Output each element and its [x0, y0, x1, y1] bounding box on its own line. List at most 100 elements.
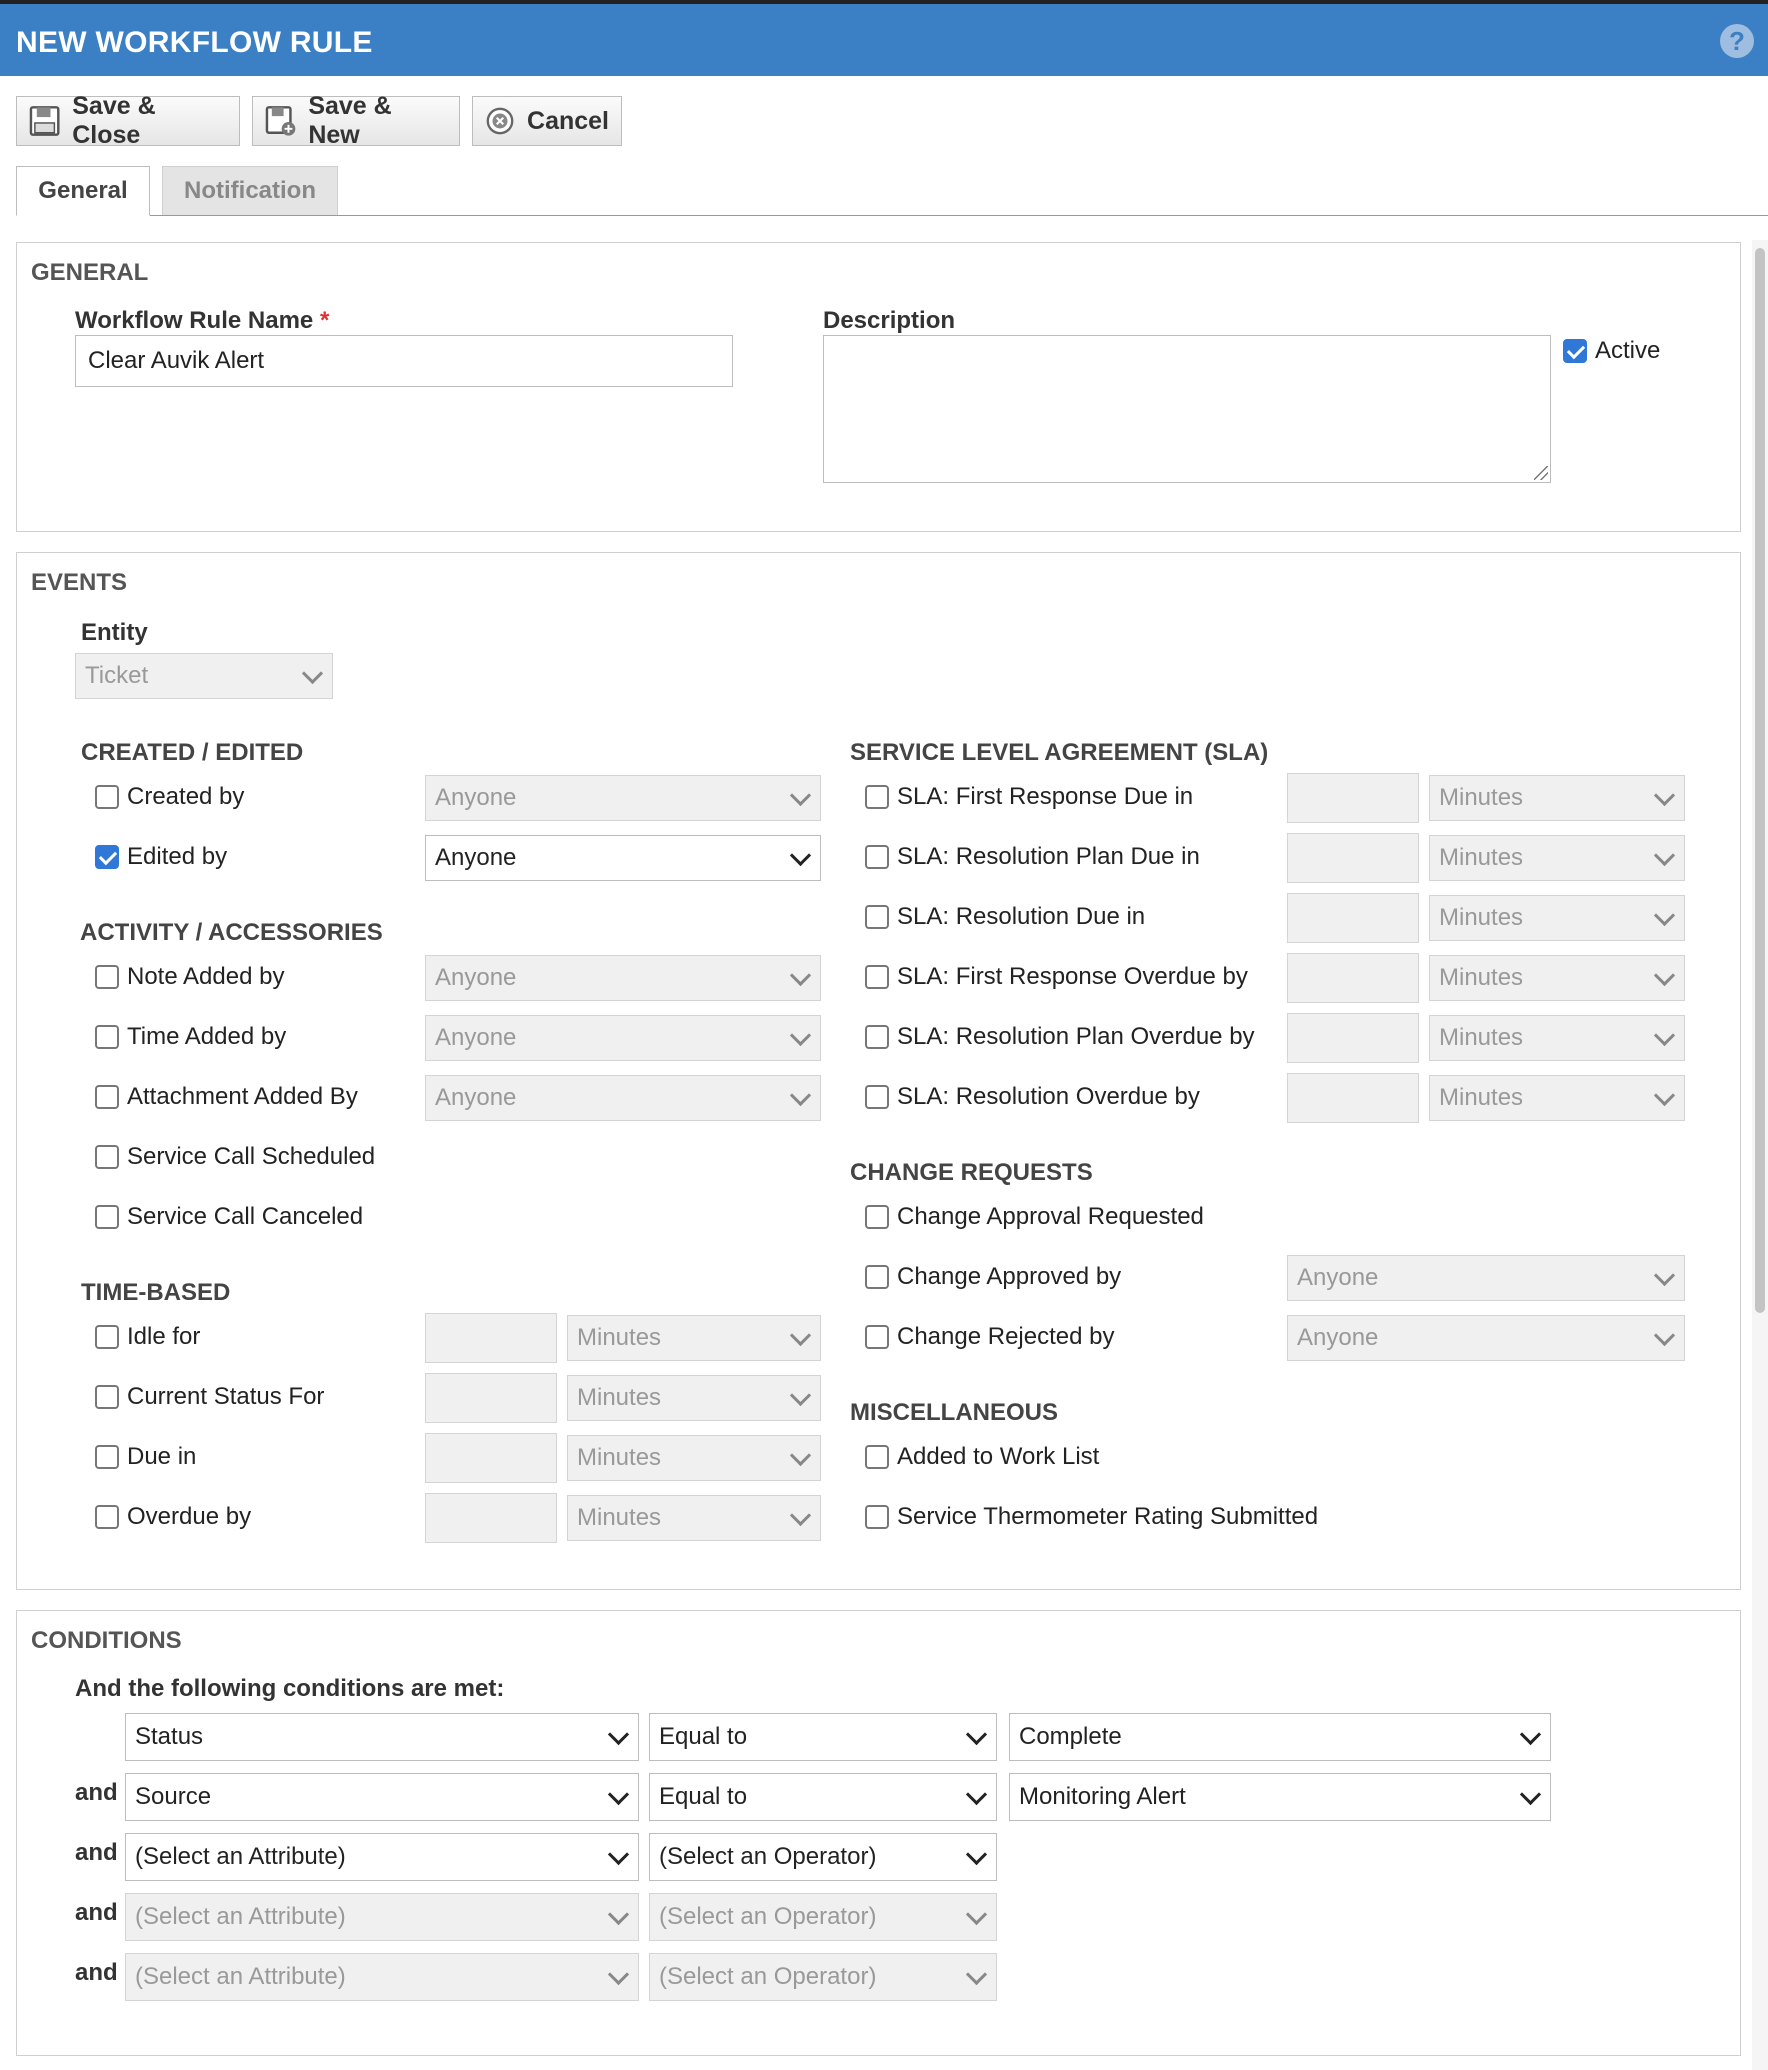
chevron-down-icon [607, 1963, 630, 1986]
change-rejected-by-select[interactable]: Anyone [1287, 1315, 1685, 1361]
sla-resolution-plan-overdue-input[interactable] [1287, 1013, 1419, 1063]
condition-operator-select[interactable]: Equal to [649, 1773, 997, 1821]
entity-label: Entity [81, 619, 148, 646]
edited-by-label: Edited by [127, 843, 228, 870]
sla-first-response-overdue-input[interactable] [1287, 953, 1419, 1003]
description-textarea[interactable] [823, 335, 1551, 483]
time-added-select[interactable]: Anyone [425, 1015, 821, 1061]
change-approved-by-select[interactable]: Anyone [1287, 1255, 1685, 1301]
cancel-icon [486, 107, 514, 135]
service-call-scheduled-checkbox[interactable] [95, 1145, 119, 1169]
sla-resolution-due-unit-select[interactable]: Minutes [1429, 895, 1685, 941]
idle-for-unit-select[interactable]: Minutes [567, 1315, 821, 1361]
condition-value-select[interactable]: Complete [1009, 1713, 1551, 1761]
chevron-down-icon [1653, 1324, 1676, 1347]
time-added-checkbox[interactable] [95, 1025, 119, 1049]
condition-operator-value: (Select an Operator) [659, 1843, 877, 1870]
condition-value-select[interactable]: Monitoring Alert [1009, 1773, 1551, 1821]
conditions-section-title: CONDITIONS [31, 1627, 182, 1654]
current-status-input[interactable] [425, 1373, 557, 1423]
condition-operator-select[interactable]: (Select an Operator) [649, 1833, 997, 1881]
active-checkbox[interactable] [1563, 339, 1587, 363]
chevron-down-icon [965, 1963, 988, 1986]
attachment-added-checkbox[interactable] [95, 1085, 119, 1109]
idle-for-unit: Minutes [577, 1324, 662, 1351]
sla-first-response-overdue-checkbox[interactable] [865, 965, 889, 989]
current-status-unit-select[interactable]: Minutes [567, 1375, 821, 1421]
sla-resolution-due-checkbox[interactable] [865, 905, 889, 929]
workflow-name-label-text: Workflow Rule Name [75, 307, 314, 334]
sla-resolution-plan-due-input[interactable] [1287, 833, 1419, 883]
general-section-title: GENERAL [31, 259, 149, 286]
idle-for-input[interactable] [425, 1313, 557, 1363]
change-approval-requested-checkbox[interactable] [865, 1205, 889, 1229]
note-added-select[interactable]: Anyone [425, 955, 821, 1001]
service-call-canceled-checkbox[interactable] [95, 1205, 119, 1229]
due-in-input[interactable] [425, 1433, 557, 1483]
sla-resolution-overdue-input[interactable] [1287, 1073, 1419, 1123]
tab-notification[interactable]: Notification [162, 166, 338, 216]
edited-by-checkbox[interactable] [95, 845, 119, 869]
sla-first-response-overdue-unit-select[interactable]: Minutes [1429, 955, 1685, 1001]
created-edited-title: CREATED / EDITED [81, 739, 304, 766]
condition-operator-select[interactable]: (Select an Operator) [649, 1953, 997, 2001]
sla-resolution-plan-overdue-checkbox[interactable] [865, 1025, 889, 1049]
sla-first-response-due-unit-select[interactable]: Minutes [1429, 775, 1685, 821]
sla-first-response-due-input[interactable] [1287, 773, 1419, 823]
condition-attribute-select[interactable]: (Select an Attribute) [125, 1953, 639, 2001]
condition-attribute-select[interactable]: Status [125, 1713, 639, 1761]
overdue-by-checkbox[interactable] [95, 1505, 119, 1529]
change-rejected-by-checkbox[interactable] [865, 1325, 889, 1349]
change-approved-by-checkbox[interactable] [865, 1265, 889, 1289]
due-in-unit: Minutes [577, 1444, 662, 1471]
condition-attribute-select[interactable]: (Select an Attribute) [125, 1833, 639, 1881]
current-status-unit: Minutes [577, 1384, 662, 1411]
save-new-button[interactable]: Save & New [252, 92, 460, 149]
conditions-section: CONDITIONS And the following conditions … [16, 1610, 1741, 2056]
description-label: Description [823, 307, 956, 334]
overdue-by-unit-select[interactable]: Minutes [567, 1495, 821, 1541]
activity-title: ACTIVITY / ACCESSORIES [80, 919, 383, 946]
current-status-checkbox[interactable] [95, 1385, 119, 1409]
chevron-down-icon [607, 1843, 630, 1866]
sla-resolution-overdue-checkbox[interactable] [865, 1085, 889, 1109]
window-header: NEW WORKFLOW RULE ? [0, 0, 1768, 76]
question-circle-icon[interactable]: ? [1720, 24, 1754, 58]
chevron-down-icon [965, 1903, 988, 1926]
tab-general[interactable]: General [16, 166, 150, 216]
added-work-list-checkbox[interactable] [865, 1445, 889, 1469]
created-by-checkbox[interactable] [95, 785, 119, 809]
thermometer-rating-checkbox[interactable] [865, 1505, 889, 1529]
resize-grip-icon[interactable] [1534, 466, 1548, 480]
change-requests-title: CHANGE REQUESTS [850, 1159, 1093, 1186]
miscellaneous-title: MISCELLANEOUS [850, 1399, 1059, 1426]
sla-resolution-plan-overdue-unit-select[interactable]: Minutes [1429, 1015, 1685, 1061]
sla-resolution-plan-due-checkbox[interactable] [865, 845, 889, 869]
note-added-checkbox[interactable] [95, 965, 119, 989]
condition-operator-select[interactable]: Equal to [649, 1713, 997, 1761]
condition-attribute-select[interactable]: (Select an Attribute) [125, 1893, 639, 1941]
overdue-by-input[interactable] [425, 1493, 557, 1543]
chevron-down-icon [607, 1723, 630, 1746]
sla-first-response-due-checkbox[interactable] [865, 785, 889, 809]
workflow-name-input[interactable]: Clear Auvik Alert [75, 335, 733, 387]
attachment-added-label: Attachment Added By [127, 1083, 358, 1110]
sla-resolution-plan-due-unit-select[interactable]: Minutes [1429, 835, 1685, 881]
created-by-select[interactable]: Anyone [425, 775, 821, 821]
scrollbar-thumb[interactable] [1755, 248, 1765, 1313]
sla-resolution-due-unit: Minutes [1439, 904, 1524, 931]
chevron-down-icon [789, 1024, 812, 1047]
condition-operator-select[interactable]: (Select an Operator) [649, 1893, 997, 1941]
due-in-unit-select[interactable]: Minutes [567, 1435, 821, 1481]
sla-resolution-due-input[interactable] [1287, 893, 1419, 943]
save-close-button[interactable]: Save & Close [16, 92, 240, 149]
cancel-button[interactable]: Cancel [472, 96, 622, 146]
edited-by-select[interactable]: Anyone [425, 835, 821, 881]
entity-select[interactable]: Ticket [75, 653, 333, 699]
condition-attribute-select[interactable]: Source [125, 1773, 639, 1821]
due-in-checkbox[interactable] [95, 1445, 119, 1469]
sla-resolution-overdue-unit-select[interactable]: Minutes [1429, 1075, 1685, 1121]
edited-by-value: Anyone [435, 844, 517, 871]
idle-for-checkbox[interactable] [95, 1325, 119, 1349]
attachment-added-select[interactable]: Anyone [425, 1075, 821, 1121]
